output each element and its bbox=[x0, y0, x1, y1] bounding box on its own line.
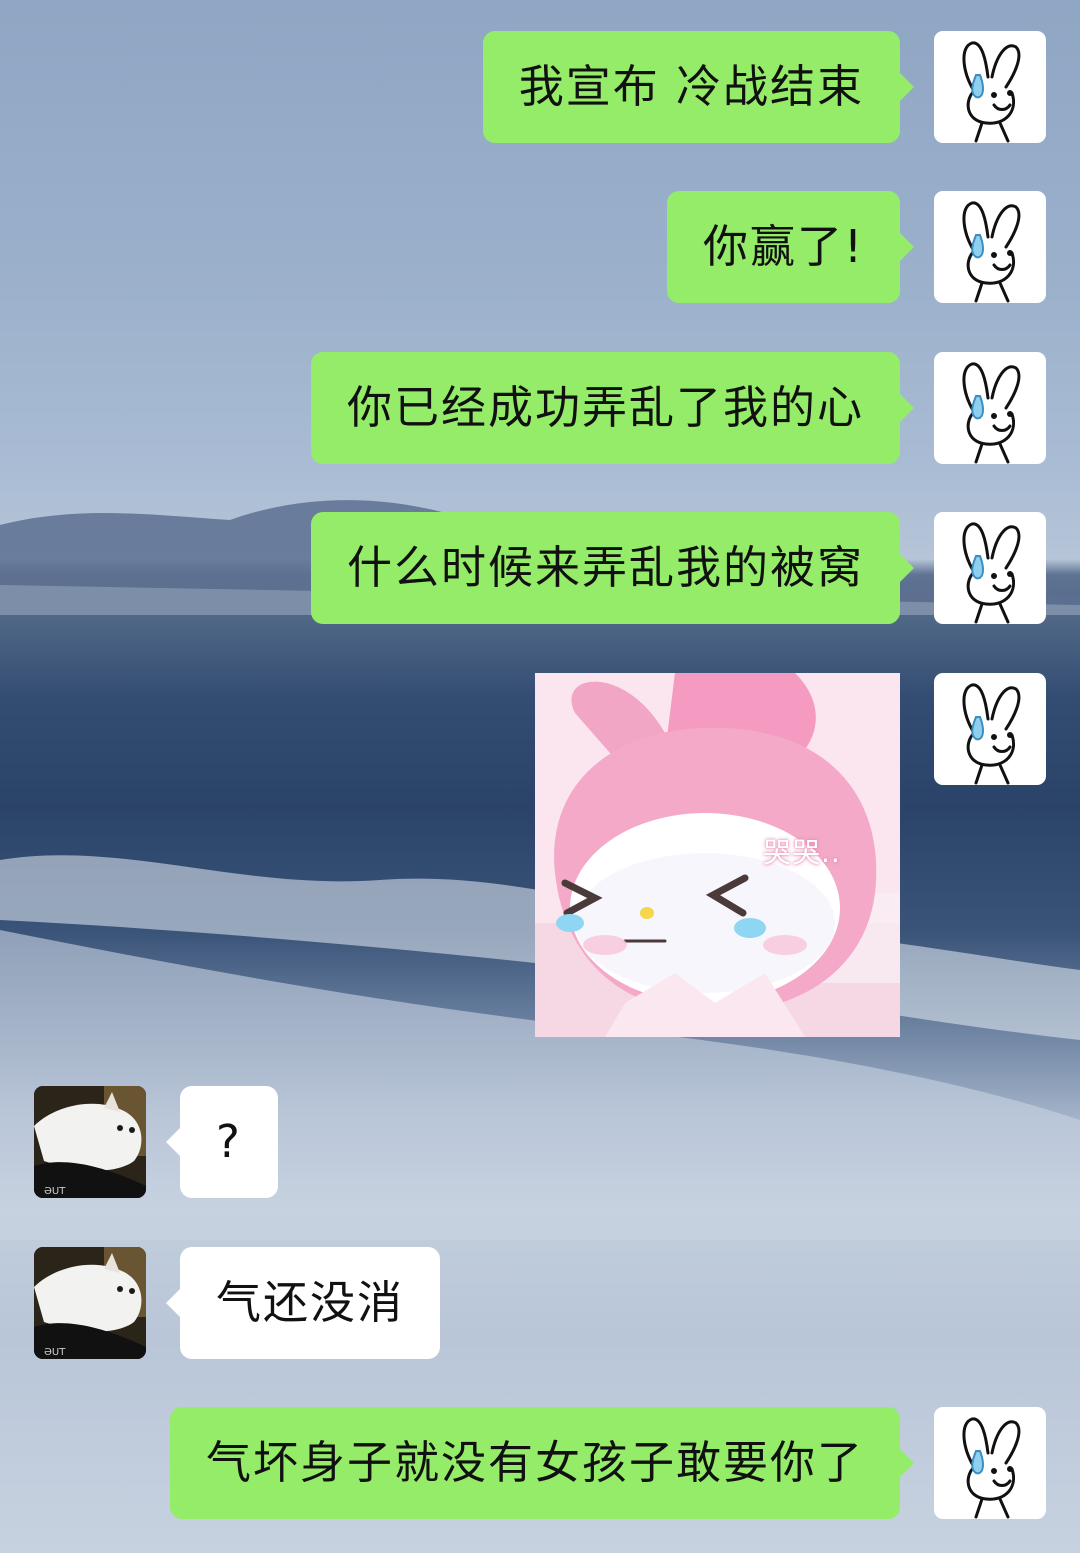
my-avatar[interactable] bbox=[934, 512, 1046, 624]
svg-text:ƏUT: ƏUT bbox=[44, 1186, 66, 1197]
contact-avatar[interactable]: ƏUT bbox=[34, 1086, 146, 1198]
chat-message-outgoing: 你赢了! bbox=[0, 191, 1080, 303]
message-bubble[interactable]: 你已经成功弄乱了我的心 bbox=[310, 352, 915, 464]
message-bubble[interactable]: 气还没消 bbox=[165, 1247, 441, 1359]
doodle-bunny-sweat-drop-icon bbox=[962, 522, 1021, 624]
message-bubble[interactable]: ? bbox=[166, 1086, 278, 1198]
doodle-bunny-sweat-drop-icon bbox=[962, 362, 1021, 464]
sticker-illustration bbox=[535, 673, 900, 1037]
chat-message-outgoing: 我宣布 冷战结束 bbox=[0, 31, 1080, 143]
crying-pink-bunny-sticker[interactable]: 哭哭.. bbox=[535, 673, 900, 1037]
chat-message-outgoing: 气坏身子就没有女孩子敢要你了 bbox=[0, 1407, 1080, 1519]
doodle-bunny-sweat-drop-icon bbox=[962, 1417, 1021, 1519]
chat-message-outgoing: 什么时候来弄乱我的被窝 bbox=[0, 512, 1080, 624]
white-cat-photo-icon: ƏUT bbox=[34, 1247, 146, 1359]
message-bubble[interactable]: 什么时候来弄乱我的被窝 bbox=[310, 512, 915, 624]
sticker-caption: 哭哭.. bbox=[763, 836, 841, 869]
doodle-bunny-sweat-drop-icon bbox=[962, 201, 1021, 303]
my-avatar[interactable] bbox=[934, 1407, 1046, 1519]
svg-text:ƏUT: ƏUT bbox=[44, 1347, 66, 1358]
message-bubble[interactable]: 你赢了! bbox=[666, 191, 915, 303]
white-cat-photo-icon: ƏUT bbox=[34, 1086, 146, 1198]
chat-message-incoming: ƏUT ? bbox=[0, 1086, 1080, 1198]
contact-avatar[interactable]: ƏUT bbox=[34, 1247, 146, 1359]
my-avatar[interactable] bbox=[934, 352, 1046, 464]
my-avatar[interactable] bbox=[934, 191, 1046, 303]
doodle-bunny-sweat-drop-icon bbox=[962, 683, 1021, 785]
message-bubble[interactable]: 气坏身子就没有女孩子敢要你了 bbox=[169, 1407, 915, 1519]
my-avatar[interactable] bbox=[934, 31, 1046, 143]
message-bubble[interactable]: 我宣布 冷战结束 bbox=[482, 31, 915, 143]
my-avatar[interactable] bbox=[934, 673, 1046, 785]
chat-message-outgoing: 你已经成功弄乱了我的心 bbox=[0, 352, 1080, 464]
doodle-bunny-sweat-drop-icon bbox=[962, 41, 1021, 143]
chat-message-incoming: ƏUT 气还没消 bbox=[0, 1247, 1080, 1359]
